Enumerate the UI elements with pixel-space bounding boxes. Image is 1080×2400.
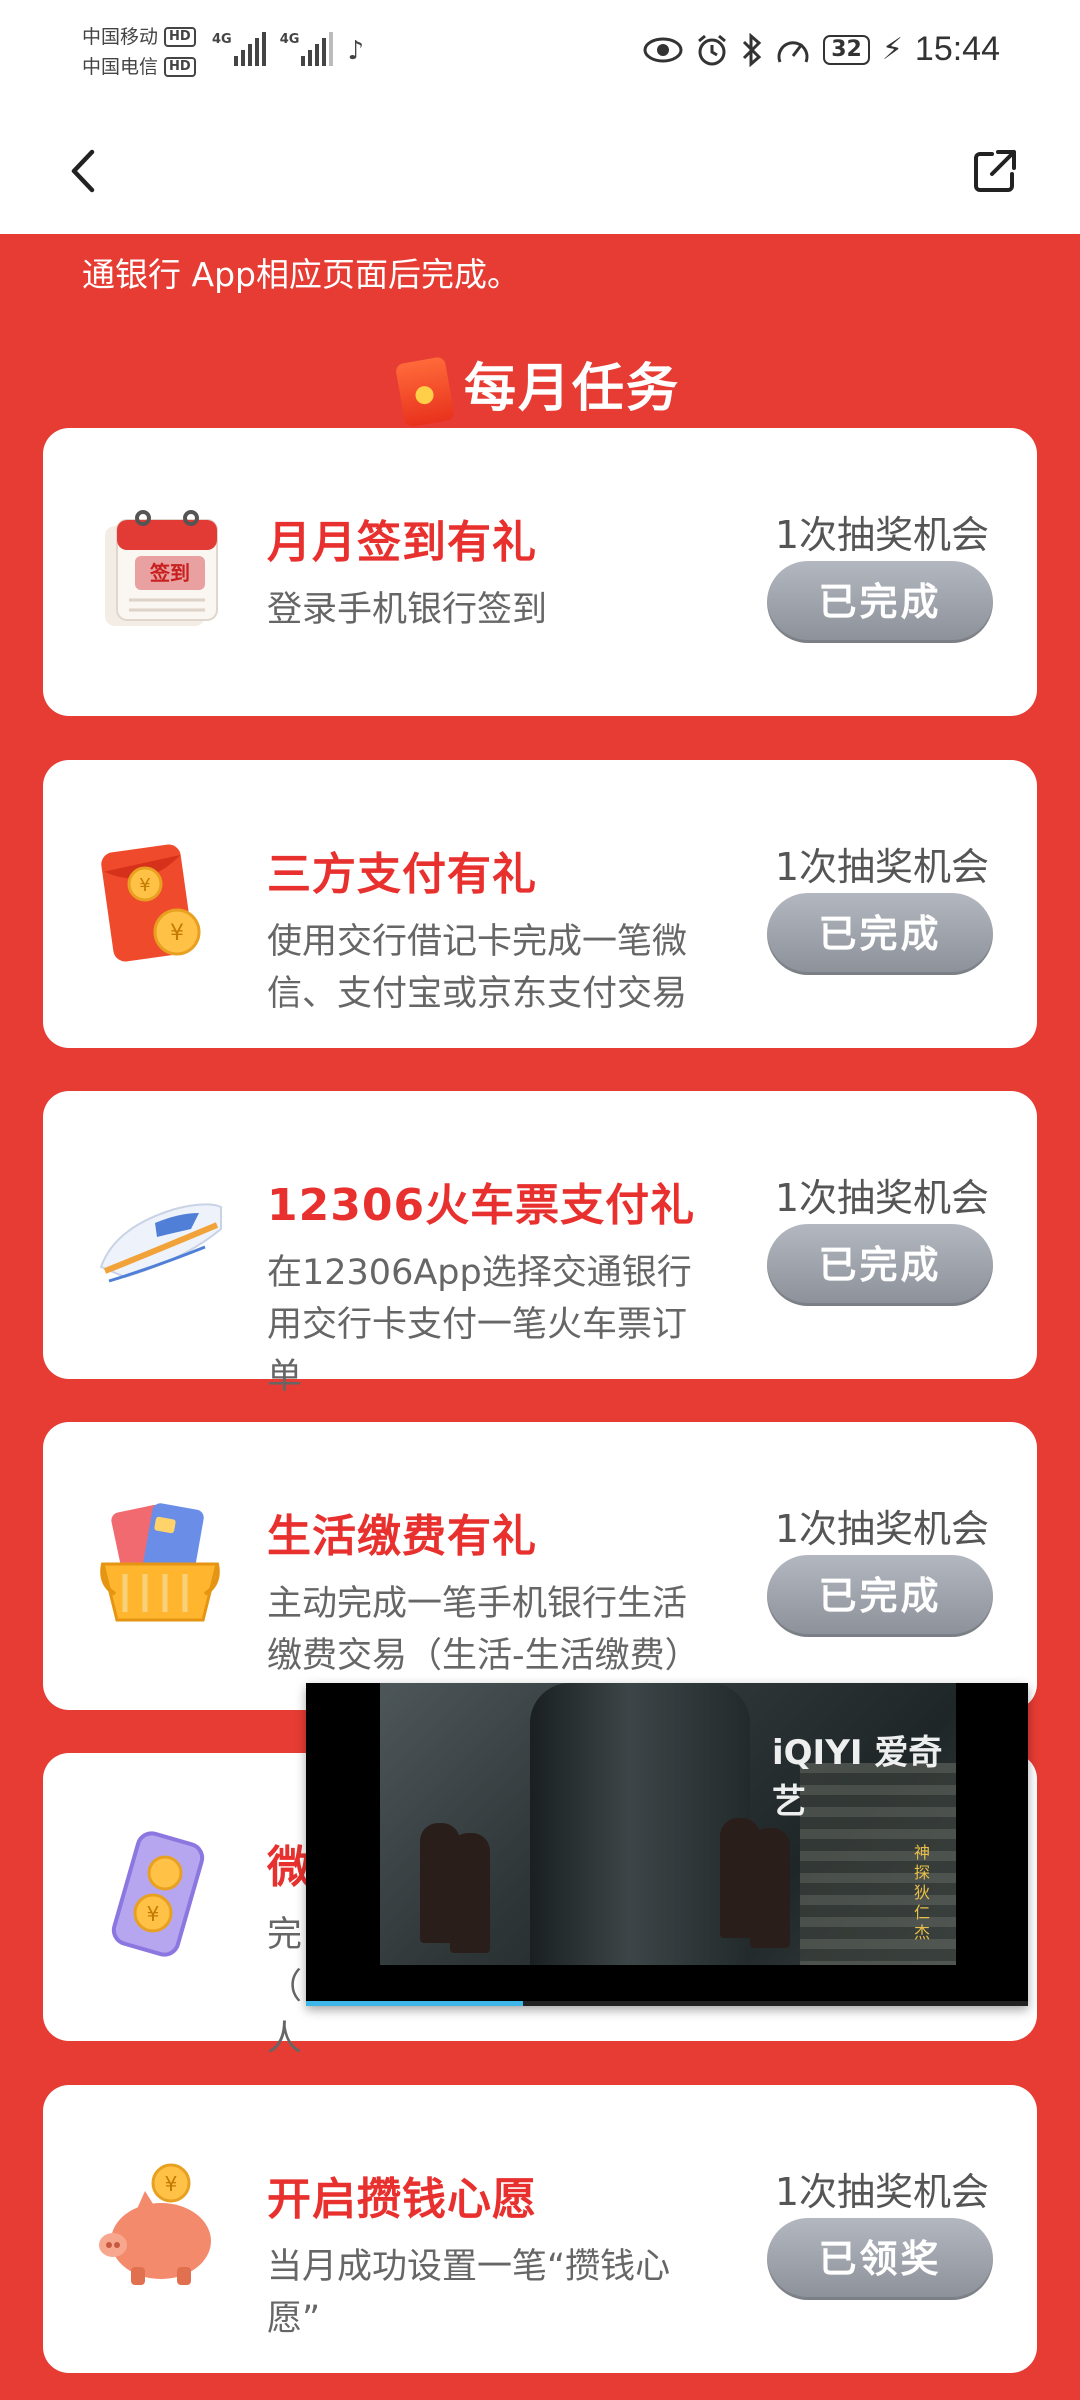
eye-icon [643, 37, 683, 62]
carrier-1: 中国移动 [82, 26, 159, 48]
task-title: 三方支付有礼 [267, 849, 537, 900]
task-description: 在12306App选择交通银行用交行卡支付一笔火车票订单 [267, 1253, 692, 1397]
video-scene-figure [450, 1833, 490, 1953]
task-description: 当月成功设置一笔“攒钱心愿” [267, 2247, 671, 2339]
task-card: ¥ 开启攒钱心愿 当月成功设置一笔“攒钱心愿” 1次抽奖机会 已领奖 [43, 2085, 1037, 2373]
section-title-text: 每月任务 [463, 359, 680, 419]
chevron-left-icon[interactable] [60, 146, 110, 196]
svg-text:¥: ¥ [139, 875, 150, 896]
task-title: 月月签到有礼 [267, 517, 537, 568]
hd-badge: HD [164, 57, 196, 77]
video-scene-tree [530, 1683, 750, 1965]
section-title: 每月任务 [0, 346, 1080, 428]
task-description: 使用交行借记卡完成一笔微信、支付宝或京东支付交易 [267, 922, 688, 1014]
calendar-checkin-icon: 签到 [105, 510, 218, 626]
red-envelope-icon [394, 356, 456, 428]
share-external-icon[interactable] [970, 146, 1020, 196]
status-bar: 中国移动 HD 中国电信 HD 4G 4G ♪ 32 ⚡ 15:44 [0, 0, 1080, 108]
notification-icon: ♪ [347, 36, 365, 66]
task-card: ¥ ¥ 三方支付有礼 使用交行借记卡完成一笔微信、支付宝或京东支付交易 1次抽奖… [43, 760, 1037, 1048]
clock: 15:44 [914, 30, 1000, 68]
signal-indicators: 4G 4G ♪ [212, 32, 364, 66]
completed-button[interactable]: 已完成 [767, 893, 993, 975]
video-progress-fill [306, 2001, 523, 2006]
lottery-chance: 1次抽奖机会 [774, 513, 989, 557]
lottery-chance: 1次抽奖机会 [774, 2170, 989, 2214]
bluetooth-icon [743, 32, 762, 67]
lottery-chance: 1次抽奖机会 [774, 1176, 989, 1220]
network-type-1: 4G [212, 32, 232, 47]
piggy-bank-icon: ¥ [99, 2163, 211, 2285]
task-description: 登录手机银行签到 [267, 590, 548, 630]
signal-bars-icon [233, 32, 266, 66]
speed-meter-icon [777, 40, 809, 63]
completed-button[interactable]: 已完成 [767, 1224, 993, 1306]
monthly-tasks-page: 通银行 App相应页面后完成。 每月任务 签到 月月签到有礼 登录手机银行签到 … [0, 234, 1080, 2400]
task-description: 主动完成一笔手机银行生活缴费交易（生活-生活缴费） [267, 1584, 700, 1676]
task-title: 12306火车票支付礼 [267, 1180, 696, 1231]
alarm-icon [698, 34, 727, 65]
task-card: 12306火车票支付礼 在12306App选择交通银行用交行卡支付一笔火车票订单… [43, 1091, 1037, 1397]
video-progress-bar[interactable] [306, 2001, 1028, 2006]
task-title: 开启攒钱心愿 [267, 2174, 537, 2225]
network-type-2: 4G [279, 32, 300, 47]
charging-icon: ⚡ [881, 32, 903, 67]
iqiyi-logo: iQIYI 爱奇艺 [772, 1733, 943, 1822]
battery-level: 32 [823, 34, 870, 65]
shopping-basket-cards-icon [100, 1503, 220, 1622]
completed-button[interactable]: 已完成 [767, 561, 993, 643]
phone-coins-icon: ¥ [111, 1831, 205, 1957]
red-envelope-coin-icon: ¥ ¥ [101, 844, 201, 962]
task-title: 生活缴费有礼 [267, 1511, 537, 1562]
svg-text:¥: ¥ [147, 1902, 160, 1926]
bullet-train-icon [99, 1203, 222, 1283]
top-nav-bar [0, 108, 1080, 234]
lottery-chance: 1次抽奖机会 [774, 845, 989, 889]
lottery-chance: 1次抽奖机会 [774, 1507, 989, 1551]
carrier-2: 中国电信 [82, 56, 159, 78]
instruction-text: 通银行 App相应页面后完成。 [82, 255, 520, 294]
signal-bars-icon [301, 32, 334, 66]
carrier-info: 中国移动 HD 中国电信 HD [82, 22, 196, 82]
task-card: 生活缴费有礼 主动完成一笔手机银行生活缴费交易（生活-生活缴费） 1次抽奖机会 … [43, 1422, 1037, 1710]
system-status: 32 ⚡ 15:44 [643, 30, 1000, 69]
svg-text:¥: ¥ [170, 921, 184, 946]
calendar-label: 签到 [149, 561, 190, 585]
video-scene-figure [750, 1828, 790, 1948]
show-title-stamp: 神探狄仁杰 [914, 1843, 931, 1942]
hd-badge: HD [164, 27, 196, 47]
task-card: 签到 月月签到有礼 登录手机银行签到 1次抽奖机会 已完成 [43, 428, 1037, 716]
video-frame[interactable]: iQIYI 爱奇艺 神探狄仁杰 [380, 1683, 956, 1965]
floating-video-player[interactable]: iQIYI 爱奇艺 神探狄仁杰 [306, 1683, 1028, 2006]
claimed-button[interactable]: 已领奖 [767, 2218, 993, 2300]
completed-button[interactable]: 已完成 [767, 1555, 993, 1637]
svg-text:¥: ¥ [165, 2172, 178, 2196]
